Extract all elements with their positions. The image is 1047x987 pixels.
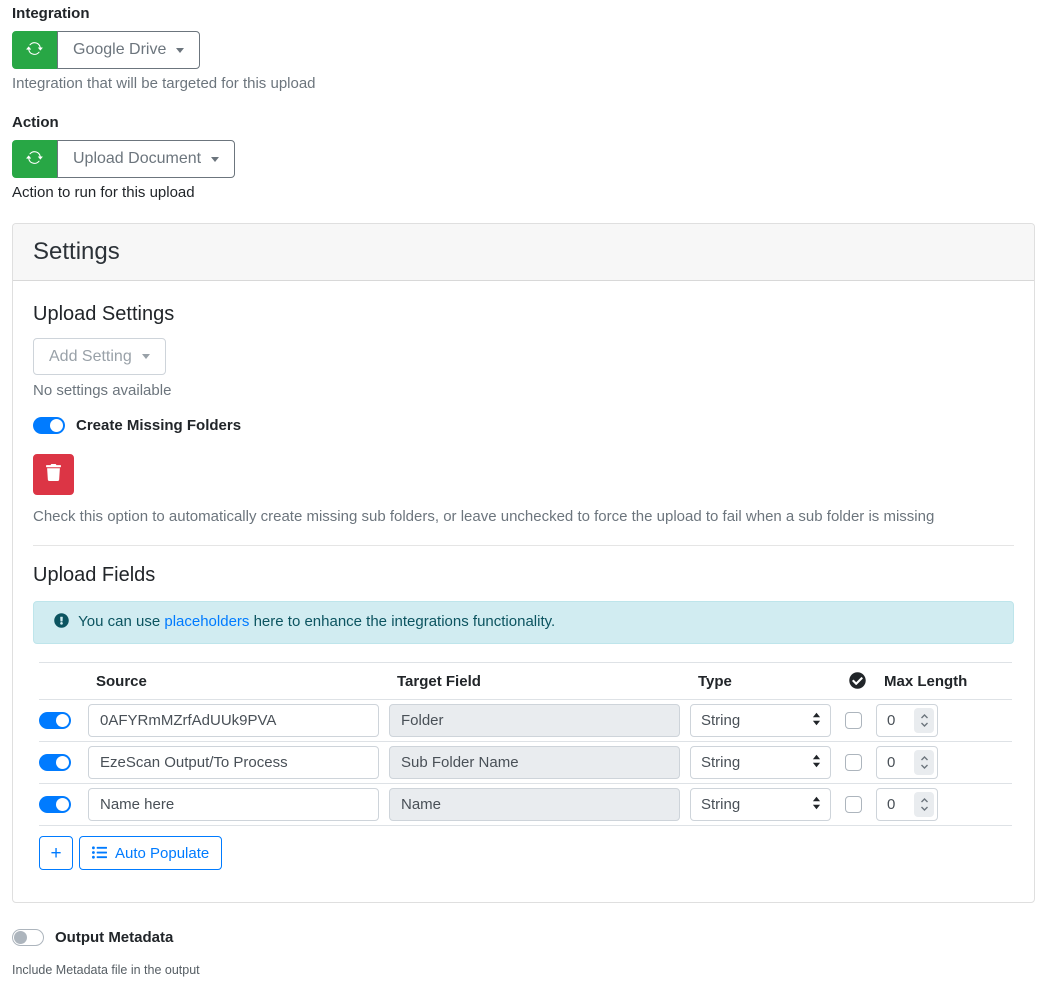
sync-icon [26,40,43,61]
col-target-field: Target Field [389,663,690,700]
integration-dropdown[interactable]: Google Drive [57,31,200,69]
settings-card-body: Upload Settings Add Setting No settings … [13,281,1034,902]
type-select-wrap: String [690,788,831,821]
section-divider [33,545,1014,546]
type-select[interactable]: String [690,704,831,737]
number-spinner-icon[interactable] [914,708,934,733]
plus-icon: + [50,844,61,863]
integration-input-group: Google Drive [12,31,200,69]
row-enabled-toggle[interactable] [39,712,71,729]
integration-label: Integration [12,5,1035,22]
target-field-input [389,788,680,821]
target-field-input [389,704,680,737]
settings-card: Settings Upload Settings Add Setting No … [12,223,1035,903]
add-setting-dropdown[interactable]: Add Setting [33,338,166,375]
create-missing-folders-label: Create Missing Folders [76,417,241,434]
output-metadata-block: Output Metadata Include Metadata file in… [12,929,1035,977]
row-checkbox[interactable] [845,712,862,729]
col-enabled [39,663,88,700]
source-input[interactable] [88,704,379,737]
placeholders-link[interactable]: placeholders [164,613,249,630]
auto-populate-label: Auto Populate [115,845,209,862]
upload-settings-heading: Upload Settings [33,303,1014,326]
target-field-input [389,746,680,779]
action-help-text: Action to run for this upload [12,184,1035,201]
integration-refresh-button[interactable] [12,31,57,69]
table-row: String [39,742,1012,784]
integration-dropdown-label: Google Drive [73,41,166,59]
output-metadata-label: Output Metadata [55,929,173,946]
action-label: Action [12,114,1035,131]
type-select[interactable]: String [690,746,831,779]
integration-group: Integration Google Drive Integration tha… [12,5,1035,92]
col-max-length: Max Length [876,663,1012,700]
max-length-wrap [876,746,938,779]
alert-text-before: You can use [78,613,164,630]
caret-down-icon [176,48,184,53]
caret-down-icon [211,157,219,162]
settings-card-title: Settings [13,224,1034,281]
number-spinner-icon[interactable] [914,750,934,775]
action-input-group: Upload Document [12,140,235,178]
table-header-row: Source Target Field Type Max Length [39,663,1012,700]
table-actions: + Auto Populate [39,836,1014,870]
placeholders-info-alert: You can use placeholders here to enhance… [33,601,1014,644]
max-length-wrap [876,704,938,737]
add-setting-label: Add Setting [49,348,132,366]
no-settings-text: No settings available [33,382,1014,399]
check-circle-icon [849,673,866,690]
action-refresh-button[interactable] [12,140,57,178]
alert-text-after: here to enhance the integrations functio… [249,613,555,630]
exclamation-circle-icon [54,615,73,632]
table-row: String [39,784,1012,826]
col-source: Source [88,663,389,700]
output-metadata-help: Include Metadata file in the output [12,963,1035,977]
row-checkbox[interactable] [845,754,862,771]
sync-icon [26,149,43,170]
row-enabled-toggle[interactable] [39,754,71,771]
row-checkbox[interactable] [845,796,862,813]
row-enabled-toggle[interactable] [39,796,71,813]
add-row-button[interactable]: + [39,836,73,870]
source-input[interactable] [88,746,379,779]
max-length-input[interactable] [877,754,905,771]
type-select[interactable]: String [690,788,831,821]
type-select-wrap: String [690,704,831,737]
output-metadata-row: Output Metadata [12,929,1035,946]
max-length-input[interactable] [877,712,905,729]
create-missing-folders-row: Create Missing Folders [33,417,1014,434]
col-checked [841,663,876,700]
integration-help-text: Integration that will be targeted for th… [12,75,1035,92]
number-spinner-icon[interactable] [914,792,934,817]
max-length-wrap [876,788,938,821]
trash-icon [46,464,61,485]
table-row: String [39,700,1012,742]
action-dropdown-label: Upload Document [73,150,201,168]
action-group: Action Upload Document Action to run for… [12,114,1035,201]
delete-button[interactable] [33,454,74,495]
list-icon [92,845,107,862]
create-missing-folders-help: Check this option to automatically creat… [33,508,1014,525]
create-missing-folders-toggle[interactable] [33,417,65,434]
upload-config-page: Integration Google Drive Integration tha… [0,0,1047,987]
action-dropdown[interactable]: Upload Document [57,140,235,178]
upload-fields-heading: Upload Fields [33,564,1014,587]
caret-down-icon [142,354,150,359]
auto-populate-button[interactable]: Auto Populate [79,836,222,870]
source-input[interactable] [88,788,379,821]
output-metadata-toggle[interactable] [12,929,44,946]
upload-fields-table: Source Target Field Type Max Length [39,662,1012,826]
type-select-wrap: String [690,746,831,779]
max-length-input[interactable] [877,796,905,813]
col-type: Type [690,663,841,700]
